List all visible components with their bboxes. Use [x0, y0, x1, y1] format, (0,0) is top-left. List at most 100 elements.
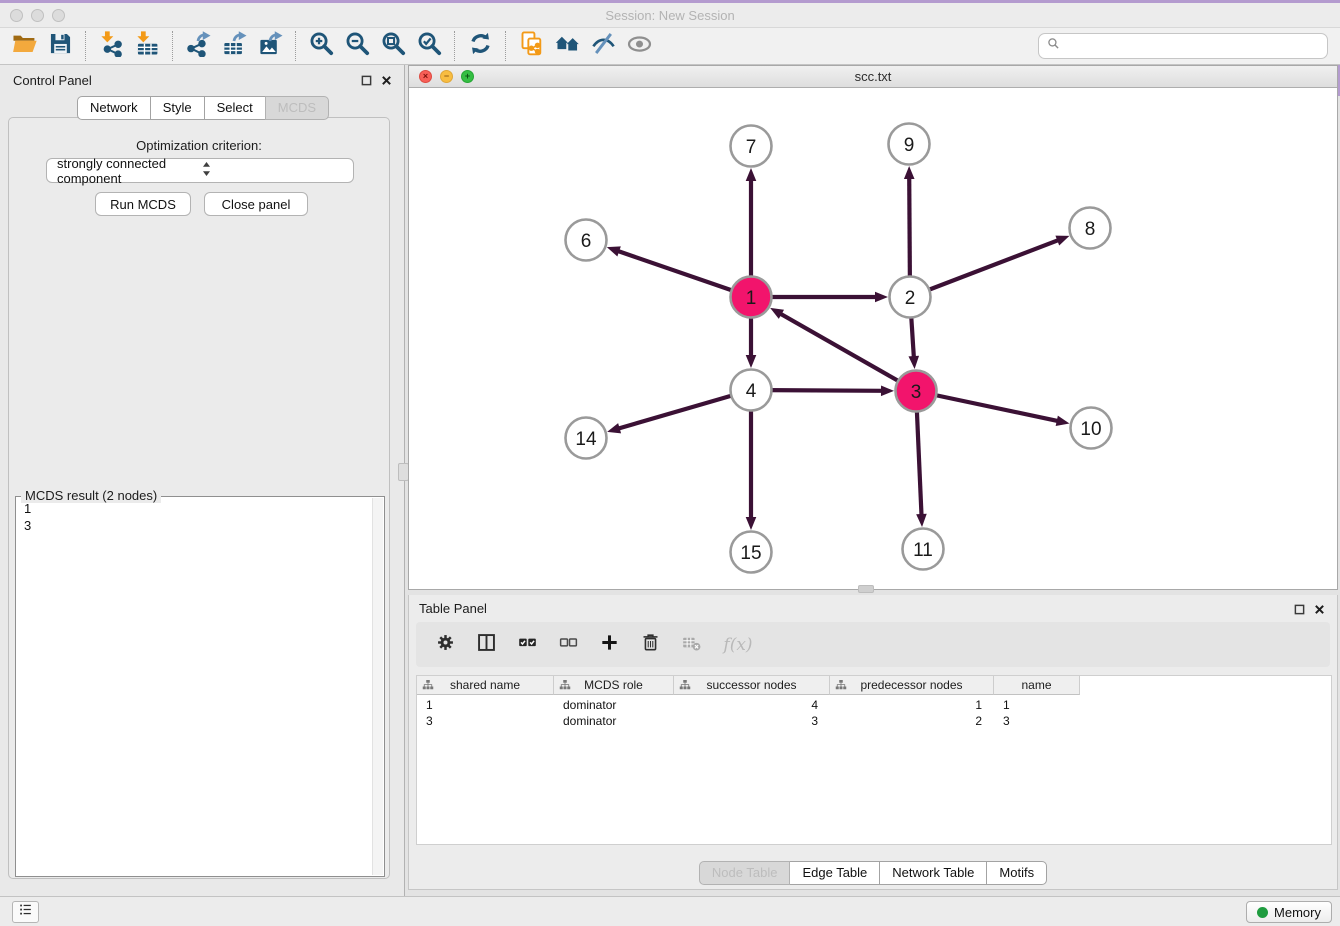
window-close-button[interactable] — [10, 9, 23, 22]
graph-edge-3-11[interactable] — [917, 408, 922, 516]
graph-edge-4-14[interactable] — [618, 395, 735, 429]
column-header-successor-nodes[interactable]: successor nodes — [674, 676, 830, 695]
network-graph[interactable]: 7968124314101511 — [409, 88, 1337, 589]
network-window: × − + scc.txt 7968124314101511 — [408, 65, 1338, 590]
table-cell[interactable]: 2 — [830, 713, 994, 729]
refresh-view-button[interactable] — [462, 30, 498, 63]
column-header-MCDS-role[interactable]: MCDS role — [554, 676, 674, 695]
graph-node-label-3: 3 — [911, 382, 922, 403]
window-zoom-button[interactable] — [52, 9, 65, 22]
settings-button[interactable] — [432, 632, 458, 658]
node-table: shared nameMCDS rolesuccessor nodesprede… — [416, 675, 1332, 845]
home-icon — [554, 30, 581, 62]
delete-column-icon — [640, 632, 661, 658]
table-cell[interactable]: dominator — [554, 697, 674, 713]
tab-motifs[interactable]: Motifs — [986, 861, 1047, 885]
split-columns-button[interactable] — [473, 632, 499, 658]
tab-mcds[interactable]: MCDS — [265, 96, 329, 120]
table-cell[interactable]: 3 — [994, 713, 1080, 729]
table-cell[interactable]: 1 — [417, 697, 554, 713]
graph-edge-4-3[interactable] — [768, 390, 883, 391]
optimization-criterion-label: Optimization criterion: — [9, 138, 389, 153]
export-image-button[interactable] — [252, 30, 288, 63]
open-file-button[interactable] — [6, 30, 42, 63]
search-icon — [1047, 37, 1060, 55]
deselect-all-icon — [558, 632, 579, 658]
deselect-all-button[interactable] — [555, 632, 581, 658]
export-network-button[interactable] — [180, 30, 216, 63]
graph-edge-arrow-2-8 — [1055, 236, 1069, 246]
import-network-button[interactable] — [93, 30, 129, 63]
graph-edge-arrow-4-14 — [607, 423, 621, 433]
close-panel-button[interactable]: Close panel — [204, 192, 308, 216]
network-resize-grip[interactable] — [858, 585, 874, 593]
search-field[interactable] — [1038, 33, 1328, 59]
show-all-button[interactable] — [621, 30, 657, 63]
tab-style[interactable]: Style — [150, 96, 205, 120]
table-cell[interactable]: 3 — [417, 713, 554, 729]
network-canvas[interactable]: 7968124314101511 — [409, 88, 1337, 589]
table-cell[interactable]: 1 — [994, 697, 1080, 713]
memory-label: Memory — [1274, 905, 1321, 920]
export-table-button[interactable] — [216, 30, 252, 63]
zoom-selected-button[interactable] — [411, 30, 447, 63]
graph-edge-2-3[interactable] — [911, 314, 914, 358]
search-input[interactable] — [1065, 38, 1319, 55]
table-cell[interactable]: dominator — [554, 713, 674, 729]
task-history-button[interactable] — [12, 901, 39, 923]
zoom-in-icon — [308, 30, 335, 62]
zoom-out-button[interactable] — [339, 30, 375, 63]
tab-select[interactable]: Select — [204, 96, 266, 120]
tab-edge-table[interactable]: Edge Table — [789, 861, 880, 885]
delete-column-button[interactable] — [637, 632, 663, 658]
result-item[interactable]: 3 — [16, 517, 372, 534]
graph-edge-3-10[interactable] — [933, 395, 1059, 422]
mcds-result-group: MCDS result (2 nodes) 13 — [15, 496, 385, 877]
network-title: scc.txt — [409, 66, 1337, 88]
save-session-button[interactable] — [42, 30, 78, 63]
tab-node-table[interactable]: Node Table — [699, 861, 791, 885]
table-cell[interactable]: 4 — [674, 697, 830, 713]
graph-edge-3-1[interactable] — [780, 313, 901, 382]
network-maximize-button[interactable]: + — [461, 70, 474, 83]
zoom-in-button[interactable] — [303, 30, 339, 63]
float-table-panel-icon[interactable] — [1294, 602, 1305, 620]
column-header-name[interactable]: name — [994, 676, 1080, 695]
main-toolbar — [0, 28, 1340, 65]
graph-node-label-11: 11 — [913, 540, 933, 561]
network-minimize-button[interactable]: − — [440, 70, 453, 83]
column-header-shared-name[interactable]: shared name — [417, 676, 554, 695]
dropdown-value: strongly connected component — [57, 156, 202, 186]
memory-button[interactable]: Memory — [1246, 901, 1332, 923]
delete-table-button — [678, 632, 704, 658]
close-table-panel-icon[interactable] — [1314, 602, 1325, 620]
window-minimize-button[interactable] — [31, 9, 44, 22]
tab-network[interactable]: Network — [77, 96, 151, 120]
table-row[interactable]: 3dominator323 — [417, 713, 1331, 729]
table-cell[interactable]: 1 — [830, 697, 994, 713]
home-button[interactable] — [549, 30, 585, 63]
optimization-criterion-dropdown[interactable]: strongly connected component — [46, 158, 354, 183]
import-table-button[interactable] — [129, 30, 165, 63]
select-all-button[interactable] — [514, 632, 540, 658]
result-scrollbar[interactable] — [372, 498, 383, 875]
clone-network-button[interactable] — [513, 30, 549, 63]
delete-table-icon — [681, 632, 702, 658]
float-panel-icon[interactable] — [361, 73, 372, 91]
hide-selected-button[interactable] — [585, 30, 621, 63]
add-column-button[interactable] — [596, 632, 622, 658]
tab-network-table[interactable]: Network Table — [879, 861, 987, 885]
column-header-predecessor-nodes[interactable]: predecessor nodes — [830, 676, 994, 695]
close-panel-icon[interactable] — [381, 73, 392, 91]
zoom-selected-icon — [416, 30, 443, 62]
run-mcds-button[interactable]: Run MCDS — [95, 192, 191, 216]
graph-edge-1-6[interactable] — [617, 251, 734, 292]
zoom-fit-button[interactable] — [375, 30, 411, 63]
table-row[interactable]: 1dominator411 — [417, 697, 1331, 713]
table-cell[interactable]: 3 — [674, 713, 830, 729]
graph-edge-2-9[interactable] — [909, 177, 910, 280]
result-item[interactable]: 1 — [16, 500, 372, 517]
table-panel-title: Table Panel — [419, 601, 487, 616]
graph-edge-2-8[interactable] — [926, 240, 1059, 291]
network-close-button[interactable]: × — [419, 70, 432, 83]
